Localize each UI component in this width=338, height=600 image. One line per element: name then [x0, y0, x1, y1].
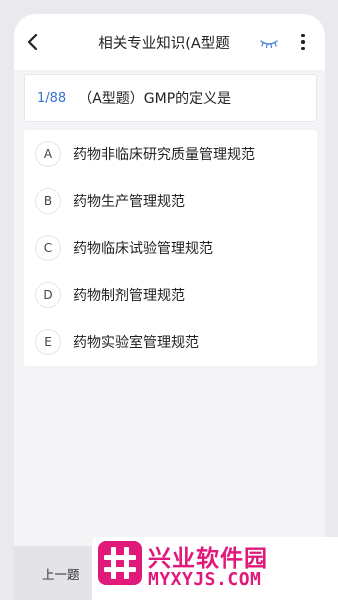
option-letter: D [35, 281, 61, 308]
option-letter: A [35, 140, 61, 167]
back-button[interactable] [20, 29, 44, 55]
option-text: 药物临床试验管理规范 [73, 240, 213, 257]
question-card: 1/88 （A型题）GMP的定义是 [24, 74, 317, 122]
option-letter: C [35, 234, 61, 261]
question-number: 1/88 [37, 90, 67, 106]
app-screen: 相关专业知识(A型题 1/88 （A型题）GMP的定义是 A 药物非临床研究质量… [14, 14, 325, 600]
option-c[interactable]: C 药物临床试验管理规范 [24, 224, 317, 271]
eye-closed-icon [260, 40, 278, 49]
option-e[interactable]: E 药物实验室管理规范 [24, 318, 317, 365]
option-letter: E [35, 328, 61, 355]
hash-logo-icon [98, 541, 142, 585]
option-b[interactable]: B 药物生产管理规范 [24, 177, 317, 224]
eye-toggle-button[interactable] [259, 35, 279, 49]
page-title: 相关专业知识(A型题 [98, 36, 230, 52]
option-text: 药物实验室管理规范 [73, 334, 199, 351]
top-bar: 相关专业知识(A型题 [14, 14, 325, 70]
watermark-name-en: MYXYJS.COM [148, 569, 262, 590]
options-list: A 药物非临床研究质量管理规范 B 药物生产管理规范 C 药物临床试验管理规范 … [24, 130, 317, 366]
watermark: 兴业软件园 MYXYJS.COM [92, 537, 338, 600]
question-text: （A型题）GMP的定义是 [78, 91, 232, 107]
more-options-button[interactable] [296, 30, 310, 54]
option-text: 药物非临床研究质量管理规范 [73, 146, 255, 163]
option-letter: B [35, 187, 61, 214]
option-a[interactable]: A 药物非临床研究质量管理规范 [24, 130, 317, 177]
option-d[interactable]: D 药物制剂管理规范 [24, 271, 317, 318]
more-vertical-icon [301, 33, 305, 38]
previous-question-button[interactable]: 上一题 [42, 564, 80, 583]
chevron-left-icon [27, 33, 38, 51]
option-text: 药物生产管理规范 [73, 193, 185, 210]
option-text: 药物制剂管理规范 [73, 287, 185, 304]
watermark-name-cn: 兴业软件园 [148, 546, 268, 572]
